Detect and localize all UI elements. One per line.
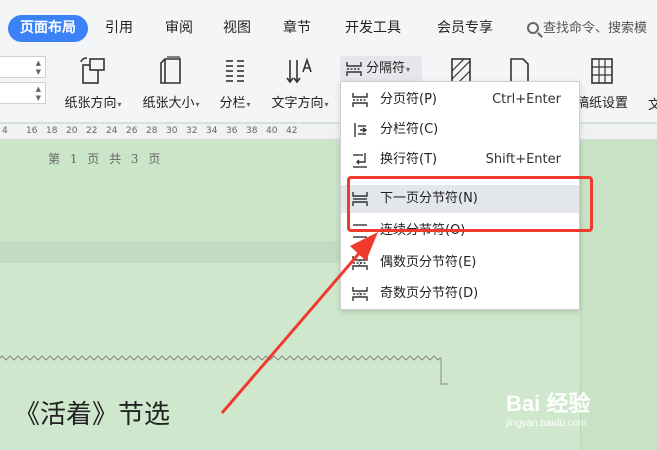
ruler-tick-label: 42 [286, 126, 298, 136]
menu-item-odd-page-section-break[interactable]: 1 奇数页分节符(D) [341, 280, 579, 308]
chevron-down-icon: ▾ [195, 100, 200, 109]
menu-item-label: 换行符(T) [380, 152, 438, 167]
chevron-down-icon: ▾ [324, 100, 329, 109]
columns-button[interactable]: 分栏▾ [213, 56, 257, 111]
ruler-tick-label: 24 [106, 126, 118, 136]
svg-text:1: 1 [358, 292, 362, 299]
page-break-icon [352, 93, 368, 107]
tab-references[interactable]: 引用 [105, 15, 133, 42]
paper-grid-icon [591, 58, 613, 84]
watermark-brand: Bai 经验 [506, 391, 591, 416]
margin-spinner-bottom[interactable]: ▲ ▼ [0, 82, 46, 104]
menu-item-column-break[interactable]: 分栏符(C) [341, 116, 579, 144]
orientation-icon [80, 57, 105, 84]
menu-item-line-break[interactable]: 换行符(T) Shift+Enter [341, 146, 579, 174]
tab-sections[interactable]: 章节 [283, 15, 311, 42]
menu-item-label: 偶数页分节符(E) [380, 255, 477, 270]
menu-item-shortcut: Shift+Enter [485, 152, 561, 167]
separator-dropdown-button[interactable]: 分隔符▾ [340, 56, 422, 82]
columns-icon [226, 60, 244, 82]
ruler-tick-label: 22 [86, 126, 98, 136]
tab-page-layout[interactable]: 页面布局 [8, 15, 88, 42]
ruler-tick-label: 26 [126, 126, 138, 136]
ruler-tick-label: 34 [206, 126, 218, 136]
document-body-text[interactable]: 《活着》节选 [14, 394, 170, 431]
text-direction-button[interactable]: 文字方向▾ [263, 56, 337, 111]
spin-up-icon[interactable]: ▲ [36, 85, 41, 93]
search-icon [527, 22, 539, 34]
separator-label: 分隔符 [366, 61, 406, 76]
separator-icon [346, 62, 362, 76]
ruler-tick-label: 28 [146, 126, 158, 136]
watermark-url: jingyan.baidu.com [506, 418, 587, 429]
ruler-tick-label: 20 [66, 126, 78, 136]
paper-settings-label: 稿纸设置 [575, 96, 628, 111]
orientation-label: 纸张方向 [64, 96, 117, 111]
tab-review[interactable]: 审阅 [165, 15, 193, 42]
line-break-icon [353, 153, 367, 168]
page-footer-text: 第 1 页 共 3 页 [48, 152, 164, 166]
columns-label: 分栏 [219, 96, 246, 111]
chevron-down-icon: ▾ [406, 65, 411, 74]
menu-item-even-page-section-break[interactable]: 2 偶数页分节符(E) [341, 249, 579, 277]
ruler-tick-label: 16 [26, 126, 38, 136]
column-break-icon [354, 123, 368, 137]
paper-settings-button[interactable]: 稿纸设置 [572, 56, 632, 111]
menu-item-label: 分栏符(C) [380, 122, 439, 137]
menu-tab-bar: 页面布局 引用 审阅 视图 章节 开发工具 会员专享 查找命令、搜索模 [0, 0, 657, 54]
chevron-down-icon: ▾ [246, 100, 251, 109]
svg-text:2: 2 [358, 261, 362, 268]
menu-item-page-break[interactable]: 分页符(P) Ctrl+Enter [341, 86, 579, 114]
tab-developer-tools[interactable]: 开发工具 [345, 15, 401, 42]
ruler-tick-label: 38 [246, 126, 258, 136]
ruler-tick-label: 4 [2, 126, 8, 136]
text-direction-icon [286, 57, 312, 84]
baidu-jingyan-watermark: Bai 经验 jingyan.baidu.com [506, 386, 591, 429]
spin-down-icon[interactable]: ▼ [36, 68, 41, 76]
ruler-tick-label: 36 [226, 126, 238, 136]
spin-down-icon[interactable]: ▼ [36, 94, 41, 102]
spin-up-icon[interactable]: ▲ [36, 59, 41, 67]
text-direction-label: 文字方向 [271, 96, 324, 111]
menu-item-label: 分页符(P) [380, 92, 437, 107]
paper-size-icon [160, 56, 181, 84]
orientation-button[interactable]: 纸张方向▾ [58, 56, 128, 111]
menu-item-shortcut: Ctrl+Enter [492, 92, 561, 107]
page-break-wave-line [0, 355, 448, 385]
search-text: 查找命令、搜索模 [543, 21, 648, 36]
odd-page-section-icon: 1 [352, 287, 368, 301]
margin-spinner-top[interactable]: ▲ ▼ [0, 56, 46, 78]
ruler-tick-label: 18 [46, 126, 58, 136]
ruler-tick-label: 30 [166, 126, 178, 136]
ruler-tick-label: 32 [186, 126, 198, 136]
even-page-section-icon: 2 [352, 256, 368, 270]
paper-size-label: 纸张大小 [142, 96, 195, 111]
annotation-highlight-box [347, 176, 593, 232]
tab-view[interactable]: 视图 [223, 15, 251, 42]
cut-off-ribbon-label: 文 [648, 98, 657, 113]
chevron-down-icon: ▾ [117, 100, 122, 109]
command-search[interactable]: 查找命令、搜索模 [527, 17, 647, 41]
ruler-tick-label: 40 [266, 126, 278, 136]
menu-item-label: 奇数页分节符(D) [380, 286, 479, 301]
paper-size-button[interactable]: 纸张大小▾ [136, 56, 206, 111]
tab-member-exclusive[interactable]: 会员专享 [437, 15, 493, 42]
